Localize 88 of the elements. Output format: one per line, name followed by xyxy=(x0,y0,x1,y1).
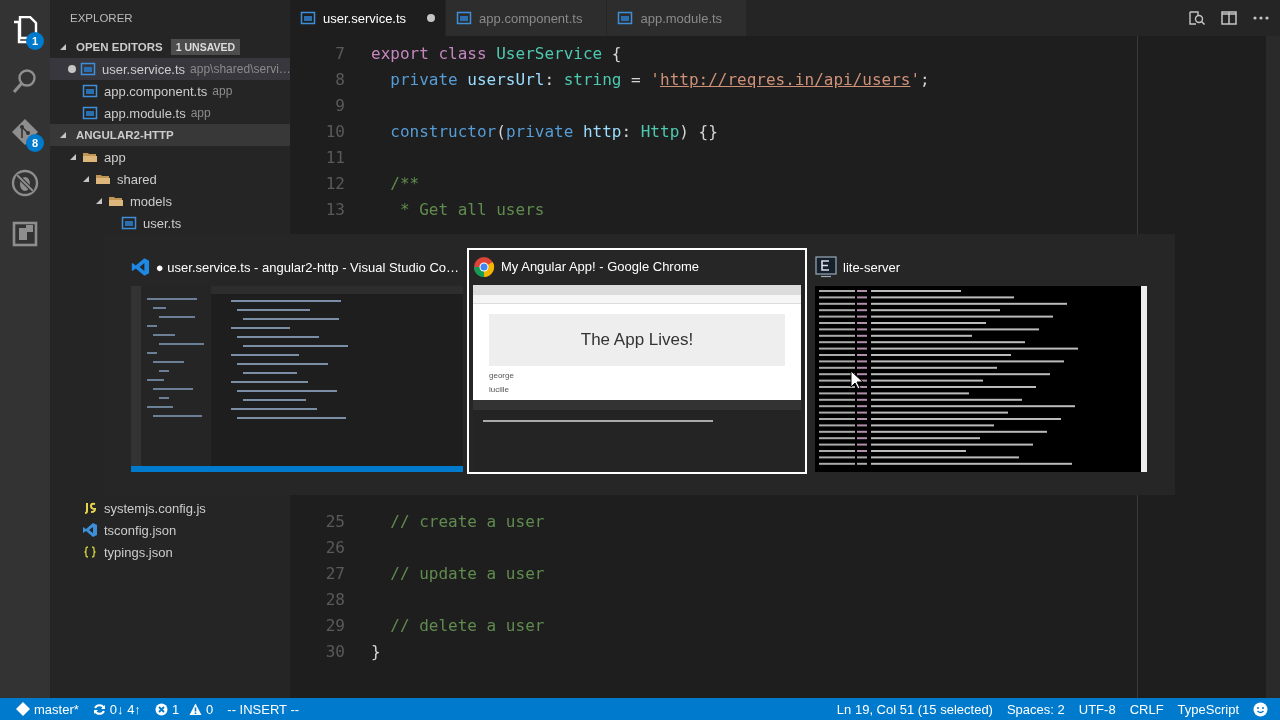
folder-item[interactable]: shared xyxy=(50,168,290,190)
file-item[interactable]: typings.json xyxy=(50,541,290,563)
typescript-file-icon xyxy=(300,10,316,26)
unsaved-badge: 1 UNSAVED xyxy=(170,39,241,55)
folder-item[interactable]: app xyxy=(50,146,290,168)
open-editor-item[interactable]: app.component.ts app xyxy=(50,80,290,102)
cursor-position[interactable]: Ln 19, Col 51 (15 selected) xyxy=(836,701,993,717)
count-badge: 1 xyxy=(26,32,44,50)
scrollbar[interactable] xyxy=(1266,36,1280,698)
list-item: lucille xyxy=(489,385,509,394)
code-line: // update a user xyxy=(389,563,545,583)
open-editor-item[interactable]: user.service.ts app\shared\servi… xyxy=(50,58,290,80)
find-icon[interactable] xyxy=(1188,9,1206,27)
typescript-file-icon xyxy=(82,105,98,121)
line-number: 7 xyxy=(334,43,345,63)
chrome-app-icon xyxy=(473,255,495,278)
line-number: 26 xyxy=(324,537,345,557)
line-number: 8 xyxy=(334,69,345,89)
indentation-indicator[interactable]: Spaces: 2 xyxy=(1006,701,1065,717)
code-line: // delete a user xyxy=(389,615,545,635)
file-item[interactable]: systemjs.config.js xyxy=(50,497,290,519)
expanded-arrow-icon[interactable] xyxy=(82,175,90,183)
code-line: * Get all users xyxy=(398,199,545,219)
section-title[interactable]: OPEN EDITORS xyxy=(76,41,163,53)
extensions-icon[interactable] xyxy=(12,220,38,247)
line-number: 27 xyxy=(324,563,345,583)
code-line: export class UserService { xyxy=(371,43,622,63)
code-line: /** xyxy=(389,173,420,193)
vim-mode: -- INSERT -- xyxy=(227,701,300,717)
error-count: 1 xyxy=(171,701,180,717)
sidebar-title: EXPLORER xyxy=(69,11,134,26)
files-icon[interactable] xyxy=(12,15,38,44)
config-file-icon xyxy=(82,522,98,538)
smiley-icon[interactable] xyxy=(1253,701,1268,717)
line-number: 9 xyxy=(334,95,345,115)
file-item[interactable]: tsconfig.json xyxy=(50,519,290,541)
encoding-indicator[interactable]: UTF-8 xyxy=(1078,701,1116,717)
line-number: 12 xyxy=(324,173,345,193)
problems-indicator[interactable]: 1 0 xyxy=(154,701,214,717)
vscode-app-icon xyxy=(131,255,150,279)
line-number: 25 xyxy=(324,511,345,531)
typescript-file-icon xyxy=(80,61,96,77)
expanded-arrow-icon[interactable] xyxy=(59,131,67,139)
code-line: constructor(private http: Http) {} xyxy=(389,121,718,141)
terminal-app-icon xyxy=(815,256,837,278)
no-bug-icon[interactable] xyxy=(11,168,39,197)
sync-indicator[interactable]: 0↓ 4↑ xyxy=(92,701,141,717)
line-number: 30 xyxy=(324,641,345,661)
error-icon xyxy=(154,702,168,716)
warning-icon xyxy=(189,702,203,716)
count-badge: 8 xyxy=(26,134,44,152)
file-item[interactable]: user.ts xyxy=(50,212,290,234)
language-indicator[interactable]: TypeScript xyxy=(1177,701,1239,717)
expanded-arrow-icon[interactable] xyxy=(69,153,77,161)
line-number: 10 xyxy=(324,121,345,141)
line-ending-indicator[interactable]: CRLF xyxy=(1129,701,1164,717)
code-line: private usersUrl: string = 'http://reqres.in/api/users'; xyxy=(389,69,930,89)
code-line: } xyxy=(371,641,381,661)
split-editor-icon[interactable] xyxy=(1220,9,1238,27)
typescript-file-icon xyxy=(82,83,98,99)
expanded-arrow-icon[interactable] xyxy=(59,43,67,51)
line-number: 13 xyxy=(324,199,345,219)
branch-icon xyxy=(16,702,30,716)
editor-tab[interactable]: app.component.ts xyxy=(446,0,608,36)
code-line: // create a user xyxy=(389,511,545,531)
search-icon[interactable] xyxy=(12,67,38,94)
window-thumbnail[interactable]: My Angular App! - Google Chrome The App Lives! george lucille xyxy=(467,248,807,474)
line-number: 29 xyxy=(324,615,345,635)
list-item: george xyxy=(489,371,514,380)
open-editor-item[interactable]: app.module.ts app xyxy=(50,102,290,124)
typescript-file-icon xyxy=(617,10,634,26)
page-heading: The App Lives! xyxy=(580,330,694,350)
window-thumbnail[interactable]: lite-server xyxy=(809,248,1149,474)
sync-icon xyxy=(92,702,106,716)
typescript-file-icon xyxy=(456,10,473,26)
window-thumbnail[interactable]: ● user.service.ts - angular2-http - Visual Studio Co… xyxy=(125,248,465,474)
expanded-arrow-icon[interactable] xyxy=(95,197,103,205)
line-number: 28 xyxy=(324,589,345,609)
typescript-file-icon xyxy=(121,215,137,231)
branch-indicator[interactable]: master* xyxy=(16,701,79,717)
braces-icon xyxy=(82,544,98,560)
editor-tab[interactable]: user.service.ts xyxy=(290,0,447,36)
mouse-pointer-icon xyxy=(850,370,864,390)
javascript-file-icon xyxy=(82,500,98,516)
line-number: 11 xyxy=(324,147,345,167)
editor-tab[interactable]: app.module.ts xyxy=(607,0,748,36)
folder-item[interactable]: models xyxy=(50,190,290,212)
warning-count: 0 xyxy=(206,701,214,717)
